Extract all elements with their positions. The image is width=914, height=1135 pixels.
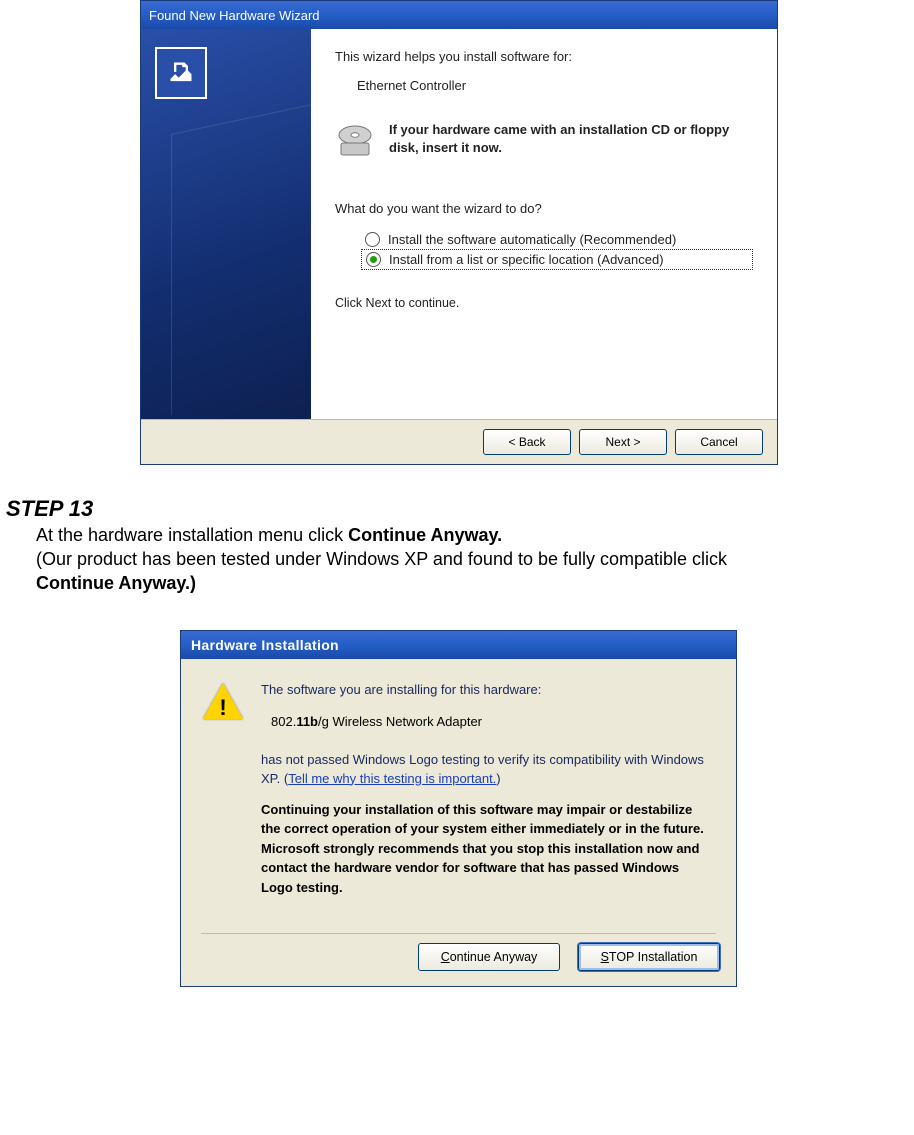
step-line1-b: Continue Anyway. xyxy=(348,525,502,545)
hi-warning-text: Continuing your installation of this sof… xyxy=(261,800,714,898)
warning-icon: ! xyxy=(203,681,243,721)
radio-icon xyxy=(365,232,380,247)
hardware-install-dialog: Hardware Installation ! The software you… xyxy=(180,630,737,987)
cd-disc-icon xyxy=(335,121,375,161)
next-button[interactable]: Next > xyxy=(579,429,667,455)
radio-auto-install[interactable]: Install the software automatically (Reco… xyxy=(361,230,753,249)
wizard-sidebar xyxy=(141,29,311,419)
continue-anyway-button[interactable]: Continue Anyway xyxy=(418,943,560,971)
hi-logo-link[interactable]: Tell me why this testing is important. xyxy=(288,771,496,786)
step-line1-a: At the hardware installation menu click xyxy=(36,525,348,545)
hi-title-text: Hardware Installation xyxy=(191,637,339,653)
cancel-button[interactable]: Cancel xyxy=(675,429,763,455)
wizard-content: This wizard helps you install software f… xyxy=(311,29,777,419)
hi-titlebar: Hardware Installation xyxy=(181,631,736,659)
wizard-title-text: Found New Hardware Wizard xyxy=(149,8,320,23)
step-line2-a: (Our product has been tested under Windo… xyxy=(36,549,727,569)
hi-intro: The software you are installing for this… xyxy=(261,681,714,699)
radio-list-label: Install from a list or specific location… xyxy=(389,252,664,267)
radio-icon xyxy=(366,252,381,267)
radio-list-install[interactable]: Install from a list or specific location… xyxy=(361,249,753,270)
hi-device-name: 802.11b/g Wireless Network Adapter xyxy=(271,713,714,731)
radio-auto-label: Install the software automatically (Reco… xyxy=(388,232,676,247)
hi-logo-text: has not passed Windows Logo testing to v… xyxy=(261,751,714,787)
back-button[interactable]: < Back xyxy=(483,429,571,455)
wizard-footer: < Back Next > Cancel xyxy=(141,419,777,464)
step-line2-b: Continue Anyway.) xyxy=(36,573,196,593)
wizard-sidebar-icon xyxy=(155,47,207,99)
wizard-hint: Click Next to continue. xyxy=(335,296,753,310)
wizard-titlebar: Found New Hardware Wizard xyxy=(141,1,777,29)
wizard-question: What do you want the wizard to do? xyxy=(335,201,753,216)
wizard-device-name: Ethernet Controller xyxy=(357,78,753,93)
step-title: STEP 13 xyxy=(6,496,896,522)
wizard-window: Found New Hardware Wizard This wizard he… xyxy=(140,0,778,465)
stop-installation-button[interactable]: STOP Installation xyxy=(578,943,720,971)
step-block: STEP 13 At the hardware installation men… xyxy=(6,496,896,595)
wizard-cd-prompt: If your hardware came with an installati… xyxy=(389,121,753,156)
hi-footer: Continue Anyway STOP Installation xyxy=(181,934,736,986)
wizard-intro-text: This wizard helps you install software f… xyxy=(335,49,753,64)
step-text: At the hardware installation menu click … xyxy=(36,524,896,595)
